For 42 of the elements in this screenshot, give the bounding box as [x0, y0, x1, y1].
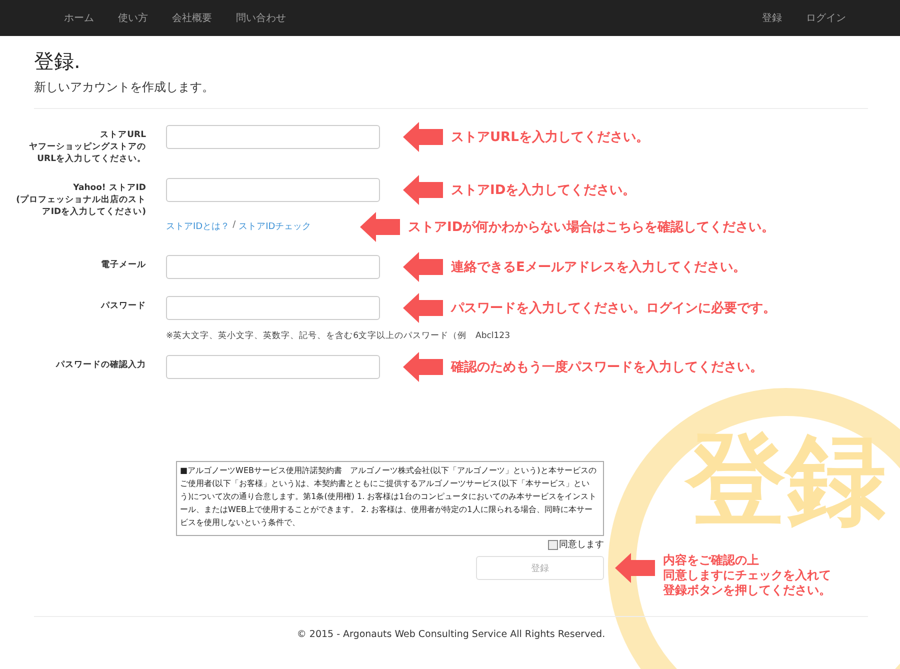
callout-text: 連絡できるEメールアドレスを入力してください。: [451, 258, 746, 276]
field-label: ストアURL ヤフーショッピングストアの URLを入力してください。: [28, 129, 146, 165]
callout-text: 確認のためもう一度パスワードを入力してください。: [451, 358, 763, 376]
field-label: パスワード: [100, 300, 146, 313]
left-arrow-icon: [403, 175, 443, 205]
callout-text: ストアIDが何かわからない場合はこちらを確認してください。: [408, 219, 775, 236]
help-link[interactable]: ストアIDとは？: [166, 220, 230, 233]
help-link[interactable]: ストアIDチェック: [238, 220, 312, 233]
callout-text: 登録ボタンを押してください。: [663, 583, 831, 598]
field-label: Yahoo! ストアID (プロフェッショナル出店のストアIDを入力してください): [15, 182, 146, 218]
input-field[interactable]: [166, 125, 380, 149]
nav-link[interactable]: 問い合わせ: [224, 11, 298, 25]
page-title: 登録.: [34, 48, 82, 75]
input-field[interactable]: [166, 255, 380, 279]
left-arrow-icon: [615, 553, 655, 583]
nav-link[interactable]: 登録: [750, 11, 794, 25]
link-separator: /: [232, 220, 236, 232]
field-label: パスワードの確認入力: [54, 358, 146, 372]
callout-text: 内容をご確認の上: [663, 553, 760, 568]
callout-text: ストアIDを入力してください。: [451, 182, 636, 199]
password-hint: ※英大文字、英小文字、英数字、記号、を含む6文字以上のパスワード（例 Abcl123: [166, 330, 511, 342]
field-label: 電子メール: [100, 259, 146, 272]
page-subtitle: 新しいアカウントを作成します。: [34, 79, 215, 96]
nav-link[interactable]: 会社概要: [160, 11, 224, 25]
nav-link[interactable]: ホーム: [52, 11, 106, 25]
footer-text: © 2015 - Argonauts Web Consulting Service All Rights Reserved.: [296, 629, 606, 640]
left-arrow-icon: [360, 212, 400, 242]
input-field[interactable]: [166, 296, 380, 320]
terms-textarea[interactable]: ■アルゴノーツWEBサービス使用許諾契約書 アルゴノーツ株式会社(以下「アルゴノーツ」という)と本サービスのご使用者(以下「お客様」という)は、本契約書とともにご提供するアルゴノーツサービス(以下「本サービス」という)について次の通り合意します。第1条(使用権) 1. お客様は1台のコンピュータにおいてのみ本サービスをインストール、またはWEB上で使用することができます。 2. お客様は、使用者が特定の1人に限られる場合、同時に本サービスを使用しないという条件で、: [176, 461, 604, 536]
callout-text: 同意しますにチェックを入れて: [663, 568, 831, 583]
checkbox-label: 同意します: [559, 538, 604, 551]
nav-link[interactable]: 使い方: [106, 11, 160, 25]
input-field[interactable]: [166, 178, 380, 202]
left-arrow-icon: [403, 252, 443, 282]
left-arrow-icon: [403, 293, 443, 323]
left-arrow-icon: [403, 122, 443, 152]
callout-text: パスワードを入力してください。ログインに必要です。: [451, 300, 776, 317]
agree-checkbox[interactable]: [548, 540, 558, 550]
input-field[interactable]: [166, 355, 380, 379]
left-arrow-icon: [403, 352, 443, 382]
callout-text: ストアURLを入力してください。: [451, 128, 649, 146]
nav-link[interactable]: ログイン: [794, 11, 858, 25]
